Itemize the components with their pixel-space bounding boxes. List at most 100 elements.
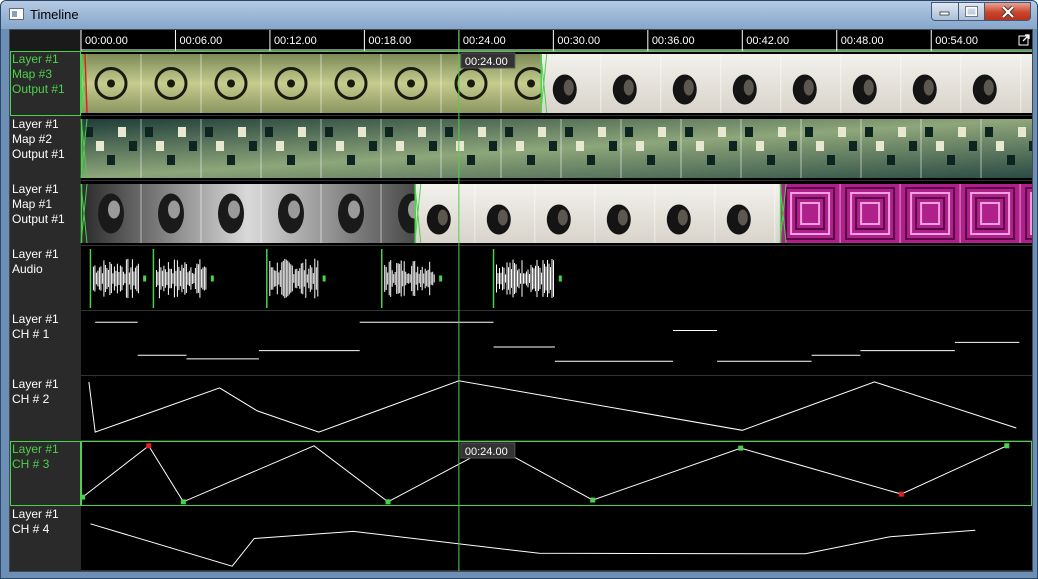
track-label-line: Layer #1 (12, 182, 59, 196)
ruler-tick-label: 00:24.00 (463, 35, 506, 47)
frame-circuit-chip (107, 155, 115, 165)
frame-speaker-cone (497, 209, 508, 226)
video-clip[interactable] (414, 183, 836, 244)
track-row[interactable] (81, 376, 1032, 441)
audio-clip-end (143, 275, 147, 282)
frame-circuit-chip (576, 141, 584, 151)
track-row[interactable] (80, 116, 1032, 181)
frame-circuit-chip (816, 141, 824, 151)
playhead-time-label: 00:24.00 (460, 442, 516, 459)
window-title: Timeline (30, 7, 79, 22)
frame-target-dot (227, 79, 235, 88)
close-button[interactable] (984, 2, 1031, 21)
frame-circuit-chip (647, 155, 655, 165)
ruler-corner (10, 30, 81, 51)
timeline-panel: Layer #1 Map #3 Output #1 Layer #1 Map #2 Out… (9, 29, 1033, 572)
ruler-tick-label: 00:18.00 (368, 35, 411, 47)
frame-target-dot (107, 79, 115, 88)
frame-circuit-chip (385, 127, 393, 137)
frame-speaker-cone (863, 79, 874, 96)
frame-circuit-chip (96, 141, 104, 151)
video-clip[interactable] (779, 183, 1032, 244)
track-row[interactable] (80, 441, 1032, 506)
keyframe-handle[interactable] (590, 497, 596, 503)
frame-circuit-chip (565, 127, 573, 137)
frame-circuit-chip (778, 127, 786, 137)
keyframe-handle[interactable] (898, 491, 904, 497)
frame-speaker-cone (437, 209, 448, 226)
frame-circuit-chip (669, 141, 677, 151)
track-header[interactable]: Layer #1CH # 2 (10, 376, 81, 441)
track-header[interactable]: Layer #1Map #1Output #1 (10, 181, 81, 246)
timeline-canvas[interactable]: Layer #1Map #3Output #1Layer #1Map #2Out… (10, 30, 1032, 571)
track-header[interactable]: Layer #1Map #3Output #1 (10, 51, 81, 116)
frame-speaker-cone (737, 209, 748, 226)
track-header[interactable]: Layer #1CH # 4 (10, 506, 81, 571)
keyframe-handle[interactable] (80, 494, 86, 500)
frame-speaker-cone (623, 79, 634, 96)
frame-circuit-chip (936, 141, 944, 151)
track-row[interactable] (80, 51, 1032, 116)
frame-face-light (348, 200, 360, 219)
frame-circuit-chip (1007, 155, 1015, 165)
frame-speaker-cone (803, 79, 814, 96)
frame-circuit-chip (407, 155, 415, 165)
keyframe-handle[interactable] (738, 445, 744, 451)
frame-circuit-chip (429, 141, 437, 151)
frame-circuit-chip (996, 141, 1004, 151)
frame-circuit-chip (958, 127, 966, 137)
frame-circuit-chip (336, 141, 344, 151)
frame-circuit-chip (276, 141, 284, 151)
track-row-background (81, 376, 1032, 441)
track-row[interactable] (81, 311, 1032, 376)
video-clip[interactable] (80, 118, 1032, 179)
frame-speaker-cone (557, 209, 568, 226)
keyframe-handle[interactable] (385, 499, 391, 505)
frame-circuit-chip (527, 155, 535, 165)
track-row[interactable] (81, 246, 1032, 311)
frame-circuit-chip (456, 141, 464, 151)
ruler-tick-label: 00:00.00 (85, 35, 128, 47)
track-header[interactable]: Layer #1Audio (10, 246, 81, 311)
frame-circuit-chip (418, 127, 426, 137)
frame-circuit-chip (685, 127, 693, 137)
clip-thumbnail-strip (414, 184, 781, 243)
frame-circuit-chip (129, 141, 137, 151)
track-row[interactable] (80, 181, 1032, 246)
ruler-tick-label: 00:36.00 (652, 35, 695, 47)
track-header[interactable]: Layer #1Map #2Output #1 (10, 116, 81, 181)
title-bar[interactable]: Timeline (1, 1, 1037, 29)
video-clip[interactable] (80, 183, 442, 244)
frame-circuit-chip (1018, 127, 1026, 137)
video-clip[interactable] (540, 53, 1032, 114)
frame-circuit-chip (156, 141, 164, 151)
frame-circuit-chip (876, 141, 884, 151)
frame-circuit-chip (478, 127, 486, 137)
ruler-tick-label: 00:54.00 (935, 35, 978, 47)
frame-circuit-chip (358, 127, 366, 137)
track-row[interactable] (81, 506, 1032, 571)
track-header[interactable]: Layer #1CH # 3 (10, 441, 81, 506)
frame-circuit-chip (745, 127, 753, 137)
frame-circuit-chip (369, 141, 377, 151)
frame-circuit-chip (849, 141, 857, 151)
maximize-button[interactable] (958, 2, 985, 21)
frame-circuit-chip (587, 155, 595, 165)
keyframe-handle[interactable] (180, 499, 186, 505)
keyframe-handle[interactable] (146, 443, 152, 449)
frame-circuit-chip (489, 141, 497, 151)
ruler-tick-label: 00:12.00 (274, 35, 317, 47)
track-header[interactable]: Layer #1CH # 1 (10, 311, 81, 376)
frame-circuit-chip (189, 141, 197, 151)
keyframe-handle[interactable] (1004, 443, 1010, 449)
audio-clip-end (439, 275, 443, 282)
timeline-window: Timeline Layer #1 Map #3 Output #1 Layer… (0, 0, 1038, 579)
frame-circuit-chip (767, 155, 775, 165)
minimize-button[interactable] (931, 2, 959, 21)
clip-thumbnail-strip (81, 184, 415, 243)
frame-circuit-chip (145, 127, 153, 137)
frame-circuit-chip (238, 127, 246, 137)
track-label-line: Layer #1 (12, 52, 59, 66)
frame-circuit-chip (969, 141, 977, 151)
track-label-line: CH # 2 (12, 392, 50, 406)
